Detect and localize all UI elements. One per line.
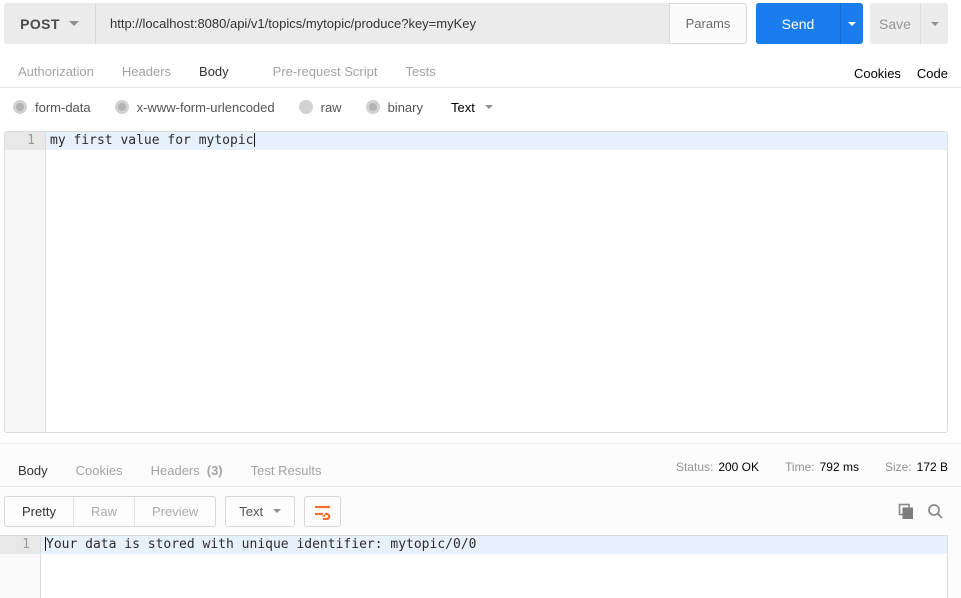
radio-form-data-label: form-data bbox=[35, 99, 91, 115]
response-toolbar-right bbox=[898, 503, 944, 520]
send-split-button: Send bbox=[756, 3, 863, 44]
response-line-1: 1 Your data is stored with unique identi… bbox=[0, 536, 947, 554]
send-options-button[interactable] bbox=[840, 3, 863, 44]
code-link[interactable]: Code bbox=[917, 66, 948, 81]
view-pretty-button[interactable]: Pretty bbox=[5, 497, 73, 526]
tab-headers[interactable]: Headers bbox=[108, 56, 185, 87]
radio-binary-label: binary bbox=[387, 99, 423, 115]
headers-count-badge: (3) bbox=[206, 462, 223, 478]
chevron-down-icon bbox=[68, 21, 79, 26]
body-set-indicator-dot bbox=[236, 67, 245, 76]
response-type-label: Text bbox=[239, 503, 264, 519]
response-tab-test-results[interactable]: Test Results bbox=[237, 455, 336, 486]
view-raw-button[interactable]: Raw bbox=[72, 496, 134, 526]
tab-body[interactable]: Body bbox=[185, 56, 259, 87]
wrap-text-icon bbox=[315, 505, 331, 520]
cookies-link[interactable]: Cookies bbox=[854, 66, 901, 81]
save-button[interactable]: Save bbox=[870, 3, 920, 44]
chevron-down-icon bbox=[930, 21, 939, 26]
tab-pre-request-script[interactable]: Pre-request Script bbox=[259, 56, 392, 87]
search-response-button[interactable] bbox=[927, 503, 944, 520]
radio-binary[interactable]: binary bbox=[365, 99, 423, 115]
tab-authorization[interactable]: Authorization bbox=[4, 56, 108, 87]
radio-icon bbox=[365, 100, 380, 114]
text-cursor bbox=[253, 132, 255, 147]
search-icon bbox=[928, 503, 943, 519]
save-split-button: Save bbox=[870, 3, 948, 44]
send-button[interactable]: Send bbox=[756, 3, 840, 44]
chevron-down-icon bbox=[273, 509, 282, 513]
wrap-text-button[interactable] bbox=[304, 495, 342, 527]
view-preview-button[interactable]: Preview bbox=[133, 496, 215, 526]
response-tab-body[interactable]: Body bbox=[4, 455, 62, 486]
radio-x-www-form-urlencoded-label: x-www-form-urlencoded bbox=[136, 99, 275, 115]
tabs-right-links: Cookies Code bbox=[854, 66, 948, 81]
chevron-down-icon bbox=[484, 105, 493, 109]
radio-form-data[interactable]: form-data bbox=[13, 100, 91, 115]
url-input[interactable] bbox=[96, 3, 669, 44]
response-meta: Status: 200 OK Time: 792 ms Size: 172 B bbox=[676, 460, 948, 474]
response-section: Body Cookies Headers (3) Test Results St… bbox=[0, 443, 961, 598]
response-toolbar: Pretty Raw Preview Text bbox=[0, 487, 961, 535]
request-tabs: Authorization Headers Body Pre-request S… bbox=[0, 44, 961, 88]
tab-body-label: Body bbox=[199, 63, 229, 79]
method-select[interactable]: POST bbox=[4, 3, 96, 44]
status-label: Status: bbox=[675, 460, 714, 474]
url-group: POST bbox=[4, 3, 669, 44]
response-tab-headers[interactable]: Headers (3) bbox=[137, 455, 237, 486]
radio-x-www-form-urlencoded[interactable]: x-www-form-urlencoded bbox=[114, 99, 275, 115]
request-url-bar: POST Params Send Save bbox=[4, 3, 948, 44]
raw-type-label: Text bbox=[451, 99, 475, 115]
response-tab-cookies[interactable]: Cookies bbox=[62, 455, 137, 486]
line-number: 1 bbox=[5, 132, 46, 150]
params-button[interactable]: Params bbox=[669, 3, 747, 44]
size-label: Size: bbox=[884, 460, 912, 474]
chevron-down-icon bbox=[848, 21, 856, 26]
tab-tests[interactable]: Tests bbox=[391, 56, 449, 87]
response-body-editor[interactable]: 1 Your data is stored with unique identi… bbox=[0, 535, 948, 598]
radio-icon bbox=[114, 100, 129, 114]
radio-icon bbox=[13, 100, 27, 114]
response-view-switch: Pretty Raw Preview bbox=[4, 495, 217, 527]
raw-type-dropdown[interactable]: Text bbox=[451, 100, 493, 115]
time-value: 792 ms bbox=[819, 460, 859, 474]
radio-selected-icon bbox=[298, 100, 313, 114]
request-body-editor[interactable]: 1 my first value for mytopic bbox=[4, 131, 948, 433]
radio-raw-label: raw bbox=[320, 99, 342, 115]
editor-gutter bbox=[5, 132, 46, 432]
line-text: my first value for mytopic bbox=[46, 132, 947, 150]
response-type-dropdown[interactable]: Text bbox=[225, 495, 296, 527]
status-value: 200 OK bbox=[718, 460, 760, 474]
save-options-button[interactable] bbox=[920, 3, 948, 44]
time-label: Time: bbox=[785, 460, 815, 474]
radio-raw[interactable]: raw bbox=[298, 99, 342, 115]
copy-icon bbox=[898, 503, 913, 519]
body-type-options: form-data x-www-form-urlencoded raw bina… bbox=[0, 88, 961, 126]
line-number: 1 bbox=[0, 536, 41, 554]
line-text: Your data is stored with unique identifi… bbox=[41, 536, 947, 554]
size-value: 172 B bbox=[916, 460, 948, 474]
response-tabs: Body Cookies Headers (3) Test Results St… bbox=[0, 444, 961, 487]
method-label: POST bbox=[20, 15, 60, 32]
copy-response-button[interactable] bbox=[898, 503, 914, 520]
editor-line-1: 1 my first value for mytopic bbox=[5, 132, 947, 150]
response-tab-headers-label: Headers bbox=[150, 462, 200, 478]
